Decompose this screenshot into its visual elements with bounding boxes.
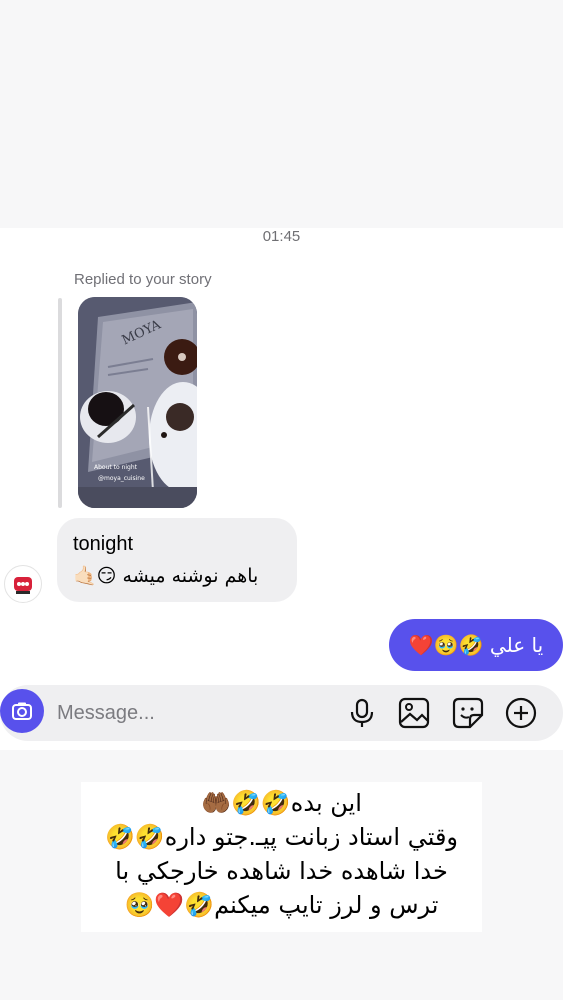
message-input[interactable] xyxy=(57,698,317,728)
camera-icon xyxy=(12,702,32,720)
chat-panel: 01:45 Replied to your story MOYA About t… xyxy=(0,228,563,750)
story-caption-line1: About to night xyxy=(94,464,138,471)
message-timestamp: 01:45 xyxy=(262,228,301,245)
message-composer xyxy=(0,685,563,741)
meme-caption: این بده🤣🤣🤲🏾 وقتي استاد زبانت پيـ.جتو دار… xyxy=(81,782,482,932)
reply-indicator-bar xyxy=(58,298,62,508)
add-icon[interactable] xyxy=(504,696,538,730)
microphone-icon[interactable] xyxy=(345,696,379,730)
caption-line-1: این بده🤣🤣🤲🏾 xyxy=(201,789,362,817)
sticker-icon[interactable] xyxy=(451,696,485,730)
caption-line-2: وقتي استاد زبانت پيـ.جتو داره🤣🤣 xyxy=(104,823,458,851)
story-reply-label: Replied to your story xyxy=(74,271,212,288)
story-thumbnail[interactable]: MOYA About to night @moya_cuisine xyxy=(78,297,197,508)
outgoing-message-text: يا علي 🤣🥹❤️ xyxy=(408,633,544,657)
story-caption-line2: @moya_cuisine xyxy=(98,475,145,482)
caption-line-3: خدا شاهده خدا شاهده خارجکي با xyxy=(115,857,448,885)
camera-button[interactable] xyxy=(0,689,44,733)
incoming-message-line1: tonight xyxy=(73,533,134,555)
caption-line-4: ترس و لرز تايپ ميکنم🤣❤️🥹 xyxy=(124,891,439,919)
sender-avatar[interactable] xyxy=(4,565,42,603)
story-image: MOYA About to night @moya_cuisine xyxy=(78,297,197,508)
incoming-message-line2: باهم نوشنه میشه 😏🤙🏻 xyxy=(73,565,259,587)
outgoing-message-bubble[interactable]: يا علي 🤣🥹❤️ xyxy=(389,619,563,671)
incoming-message-bubble[interactable]: tonight باهم نوشنه میشه 😏🤙🏻 xyxy=(57,518,297,602)
avatar-logo-icon xyxy=(14,577,32,594)
gallery-icon[interactable] xyxy=(397,696,431,730)
